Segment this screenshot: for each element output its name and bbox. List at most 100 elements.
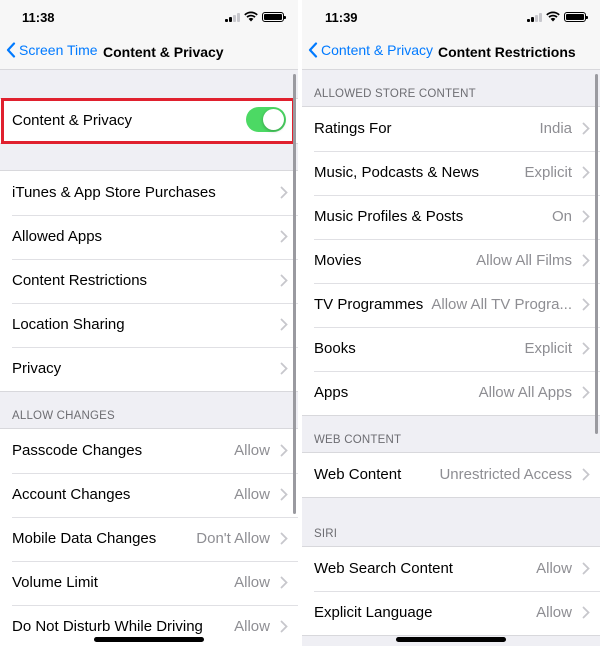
back-label: Content & Privacy xyxy=(321,42,434,58)
back-button[interactable]: Content & Privacy xyxy=(308,42,433,58)
wifi-icon xyxy=(546,11,560,22)
cellular-signal-icon xyxy=(527,12,542,22)
section-header-label: WEB CONTENT xyxy=(314,434,402,446)
row-value: Allow xyxy=(234,442,270,459)
row-label: Movies xyxy=(314,252,362,269)
setting-movies[interactable]: Movies Allow All Films xyxy=(302,239,600,283)
section-header-label: ALLOWED STORE CONTENT xyxy=(314,88,476,100)
status-icons xyxy=(225,11,286,22)
row-value: On xyxy=(551,208,572,225)
row-label: Web Search Content xyxy=(314,560,453,577)
row-label: Content Restrictions xyxy=(12,272,148,289)
home-indicator[interactable] xyxy=(396,637,506,642)
setting-passcode-changes[interactable]: Passcode Changes Allow xyxy=(0,429,298,473)
chevron-right-icon xyxy=(280,274,288,287)
status-icons xyxy=(527,11,588,22)
row-value: Allow All TV Progra... xyxy=(431,296,572,313)
setting-account-changes[interactable]: Account Changes Allow xyxy=(0,473,298,517)
row-label: Location Sharing xyxy=(12,316,125,333)
menu-group: iTunes & App Store Purchases Allowed App… xyxy=(0,170,298,392)
chevron-left-icon xyxy=(308,42,318,58)
section-header-web: WEB CONTENT xyxy=(302,416,600,452)
home-indicator[interactable] xyxy=(94,637,204,642)
row-value: Allow xyxy=(234,486,270,503)
content-privacy-toggle[interactable] xyxy=(246,107,286,132)
chevron-right-icon xyxy=(280,318,288,331)
row-label: Account Changes xyxy=(12,486,131,503)
content-privacy-row: Content & Privacy xyxy=(0,99,298,143)
toggle-group: Content & Privacy xyxy=(0,98,298,144)
section-header-siri: SIRI xyxy=(302,498,600,546)
row-label: Volume Limit xyxy=(12,574,98,591)
chevron-right-icon xyxy=(582,210,590,223)
settings-list: ALLOWED STORE CONTENT Ratings For India … xyxy=(302,70,600,636)
setting-mobile-data-changes[interactable]: Mobile Data Changes Don't Allow xyxy=(0,517,298,561)
chevron-right-icon xyxy=(582,562,590,575)
chevron-right-icon xyxy=(280,444,288,457)
chevron-right-icon xyxy=(280,620,288,633)
chevron-right-icon xyxy=(280,362,288,375)
setting-music-profiles-posts[interactable]: Music Profiles & Posts On xyxy=(302,195,600,239)
row-value: Unrestricted Access xyxy=(439,466,572,483)
setting-explicit-language[interactable]: Explicit Language Allow xyxy=(302,591,600,635)
row-label: Passcode Changes xyxy=(12,442,143,459)
chevron-right-icon xyxy=(582,298,590,311)
row-label: Ratings For xyxy=(314,120,392,137)
battery-icon xyxy=(564,11,588,22)
setting-volume-limit[interactable]: Volume Limit Allow xyxy=(0,561,298,605)
allow-changes-group: Passcode Changes Allow Account Changes A… xyxy=(0,428,298,646)
web-content-group: Web Content Unrestricted Access xyxy=(302,452,600,498)
row-value: Allow xyxy=(234,618,270,635)
row-label: Allowed Apps xyxy=(12,228,103,245)
setting-ratings-for[interactable]: Ratings For India xyxy=(302,107,600,151)
chevron-right-icon xyxy=(280,532,288,545)
setting-web-content[interactable]: Web Content Unrestricted Access xyxy=(302,453,600,497)
scroll-indicator[interactable] xyxy=(293,74,296,514)
setting-music-podcasts-news[interactable]: Music, Podcasts & News Explicit xyxy=(302,151,600,195)
section-header-store: ALLOWED STORE CONTENT xyxy=(302,70,600,106)
menu-item-location-sharing[interactable]: Location Sharing xyxy=(0,303,298,347)
setting-web-search-content[interactable]: Web Search Content Allow xyxy=(302,547,600,591)
row-value: Don't Allow xyxy=(196,530,270,547)
row-value: Allow All Films xyxy=(476,252,572,269)
cellular-signal-icon xyxy=(225,12,240,22)
row-value: Allow All Apps xyxy=(478,384,572,401)
menu-item-itunes-purchases[interactable]: iTunes & App Store Purchases xyxy=(0,171,298,215)
section-header-allow-changes: ALLOW CHANGES xyxy=(0,392,298,428)
settings-list: Content & Privacy iTunes & App Store Pur… xyxy=(0,70,298,646)
status-time: 11:39 xyxy=(325,10,358,25)
row-label: Privacy xyxy=(12,360,62,377)
row-value: Explicit xyxy=(524,164,572,181)
row-label: Mobile Data Changes xyxy=(12,530,157,547)
row-label: Books xyxy=(314,340,356,357)
scroll-indicator[interactable] xyxy=(595,74,598,434)
chevron-right-icon xyxy=(280,576,288,589)
left-screen: 11:38 Screen Time Content & Privacy Cont… xyxy=(0,0,298,646)
setting-books[interactable]: Books Explicit xyxy=(302,327,600,371)
setting-apps[interactable]: Apps Allow All Apps xyxy=(302,371,600,415)
chevron-right-icon xyxy=(582,386,590,399)
menu-item-content-restrictions[interactable]: Content Restrictions xyxy=(0,259,298,303)
row-label: Do Not Disturb While Driving xyxy=(12,618,203,635)
row-value: Allow xyxy=(536,604,572,621)
right-screen: 11:39 Content & Privacy Content Restrict… xyxy=(302,0,600,646)
chevron-right-icon xyxy=(582,468,590,481)
row-value: Allow xyxy=(536,560,572,577)
back-label: Screen Time xyxy=(19,42,98,58)
chevron-left-icon xyxy=(6,42,16,58)
row-label: Music Profiles & Posts xyxy=(314,208,464,225)
row-value: India xyxy=(539,120,572,137)
row-label: Content & Privacy xyxy=(12,112,133,129)
menu-item-allowed-apps[interactable]: Allowed Apps xyxy=(0,215,298,259)
chevron-right-icon xyxy=(582,166,590,179)
menu-item-privacy[interactable]: Privacy xyxy=(0,347,298,391)
page-title: Content Restrictions xyxy=(438,44,576,60)
chevron-right-icon xyxy=(582,342,590,355)
row-label: Explicit Language xyxy=(314,604,433,621)
chevron-right-icon xyxy=(582,254,590,267)
row-label: Apps xyxy=(314,384,349,401)
back-button[interactable]: Screen Time xyxy=(6,42,98,58)
row-value: Allow xyxy=(234,574,270,591)
setting-tv-programmes[interactable]: TV Programmes Allow All TV Progra... xyxy=(302,283,600,327)
navigation-bar: Screen Time Content & Privacy xyxy=(0,34,298,70)
